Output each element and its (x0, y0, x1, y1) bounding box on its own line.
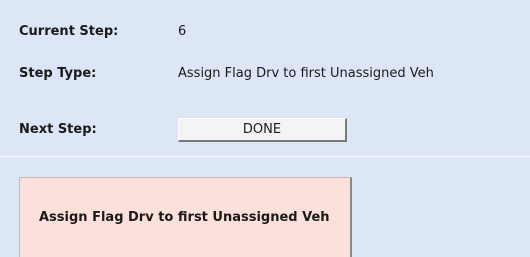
step-type-value: Assign Flag Drv to first Unassigned Veh (178, 66, 434, 81)
current-step-value: 6 (178, 24, 187, 39)
step-type-card[interactable]: Assign Flag Drv to first Unassigned Veh (19, 177, 352, 257)
next-step-button[interactable]: DONE (178, 118, 347, 142)
step-type-label: Step Type: (19, 66, 97, 81)
current-step-label: Current Step: (19, 24, 119, 39)
next-step-label: Next Step: (19, 122, 97, 137)
step-card-label: Assign Flag Drv to first Unassigned Veh (39, 210, 330, 225)
step-info-panel: Current Step: 6 Step Type: Assign Flag D… (0, 0, 530, 157)
